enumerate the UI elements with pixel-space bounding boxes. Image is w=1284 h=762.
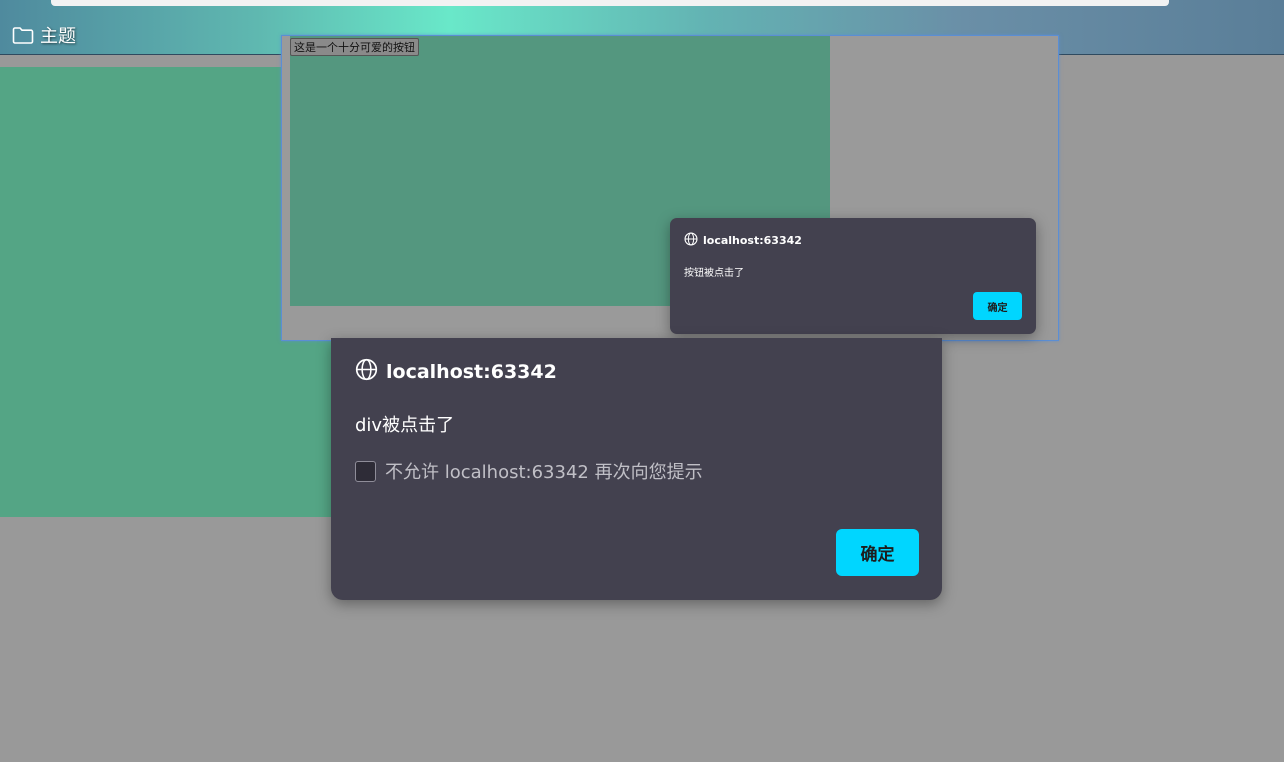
globe-icon [355,358,378,386]
suppress-dialogs-label: 不允许 localhost:63342 再次向您提示 [385,462,703,483]
small-dialog-ok-button[interactable]: 确定 [973,292,1022,320]
small-alert-dialog: localhost:63342 按钮被点击了 确定 [670,218,1036,334]
address-bar[interactable] [51,0,1169,6]
suppress-dialogs-checkbox[interactable] [355,460,376,482]
small-dialog-message: 按钮被点击了 [684,268,744,279]
alert-dialog: localhost:63342 div被点击了 不允许 localhost:63… [331,338,942,600]
folder-icon [12,26,34,44]
cute-button[interactable]: 这是一个十分可爱的按钮 [290,38,419,56]
dialog-origin: localhost:63342 [355,358,557,386]
small-dialog-origin-text: localhost:63342 [703,234,802,247]
dialog-ok-button[interactable]: 确定 [836,529,919,576]
dialog-origin-text: localhost:63342 [386,361,557,383]
bookmark-folder-label: 主题 [40,26,76,47]
dialog-message: div被点击了 [355,415,455,436]
suppress-dialogs-option[interactable]: 不允许 localhost:63342 再次向您提示 [355,458,703,484]
bookmark-folder-theme[interactable]: 主题 [12,22,76,48]
small-dialog-origin: localhost:63342 [684,232,802,249]
globe-icon [684,232,698,249]
